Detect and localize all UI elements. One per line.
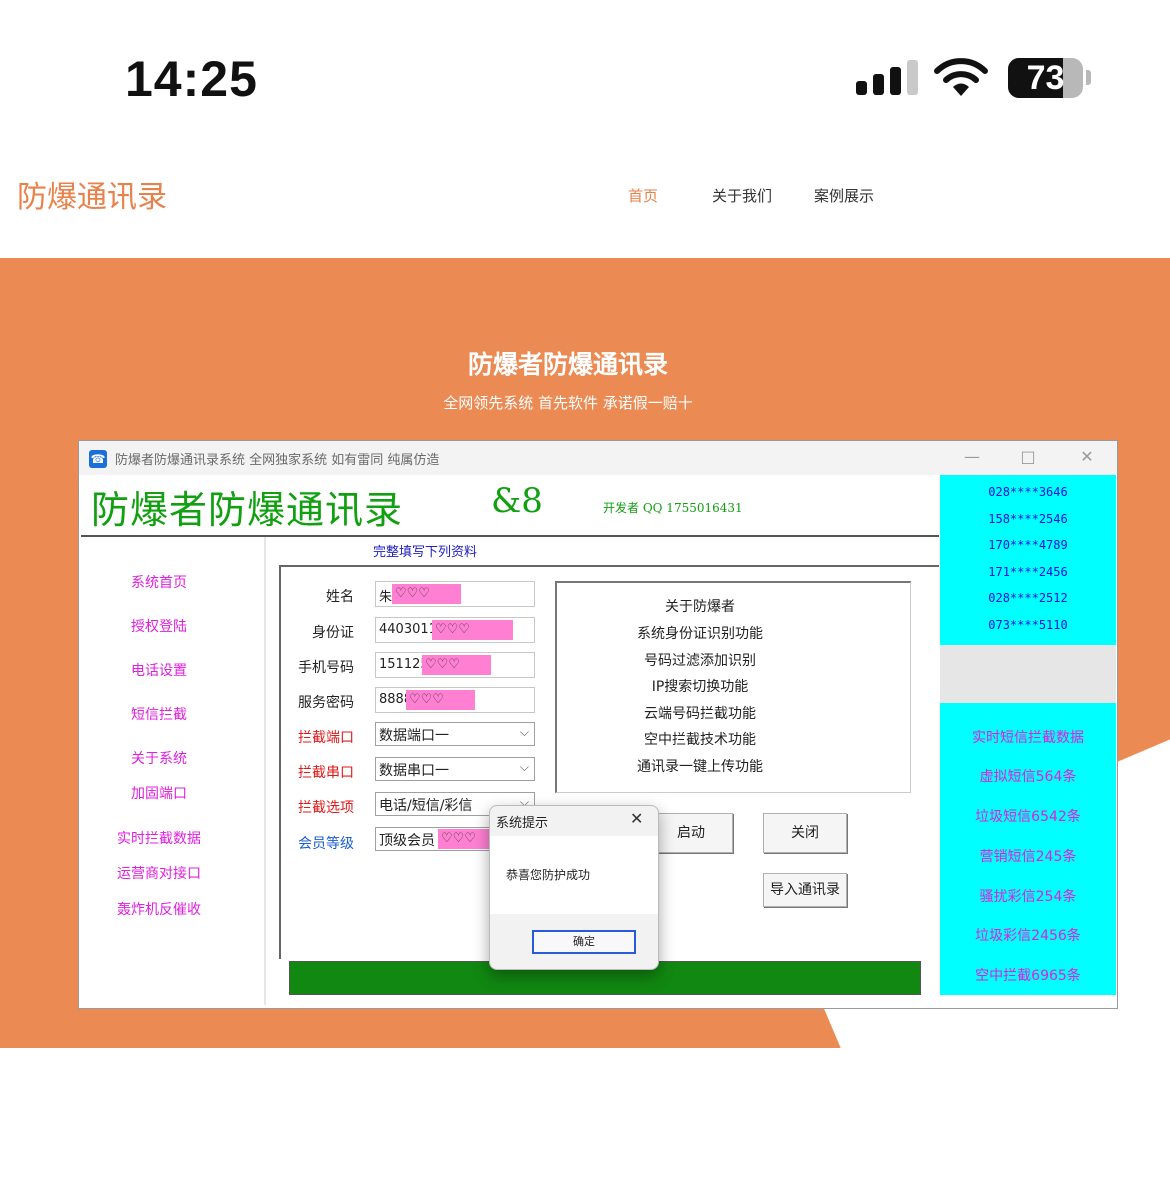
redaction-mask: ♡♡♡ xyxy=(422,655,491,675)
window-title: 防爆者防爆通讯录系统 全网独家系统 如有雷同 纯属仿造 xyxy=(115,453,440,468)
chevron-down-icon: ⌵ xyxy=(519,725,529,739)
redaction-mask: ♡♡♡ xyxy=(392,584,461,604)
sidebar-item-sms-block[interactable]: 短信拦截 xyxy=(99,704,219,724)
developer-contact: 开发者 QQ 1755016431 xyxy=(603,501,743,515)
battery-percent: 73 xyxy=(1026,59,1065,97)
import-contacts-button[interactable]: 导入通讯录 xyxy=(763,873,847,907)
app-heading-suffix: &8 xyxy=(491,481,543,521)
maximize-icon[interactable]: □ xyxy=(1013,447,1043,466)
phone-list-item: 158****2546 xyxy=(988,512,1068,526)
member-level-value: 顶级会员 xyxy=(379,833,435,849)
phone-app-icon: ☎ xyxy=(89,450,107,468)
sidebar-item-ports[interactable]: 加固端口 xyxy=(99,783,219,803)
dialog-message: 恭喜您防护成功 xyxy=(506,868,591,882)
dialog-close-icon[interactable]: ✕ xyxy=(630,809,643,828)
close-button[interactable]: 关闭 xyxy=(763,813,847,853)
stat-item: 垃圾彩信2456条 xyxy=(975,928,1081,944)
dialog-ok-button[interactable]: 确定 xyxy=(532,930,636,954)
phone-field[interactable]: 151125 ♡♡♡ xyxy=(375,652,535,678)
intercept-option-label: 拦截选项 xyxy=(298,800,354,816)
sidebar-item-carrier[interactable]: 运营商对接口 xyxy=(99,863,219,883)
feature-item: IP搜索切换功能 xyxy=(651,679,749,695)
panel-gap xyxy=(940,645,1116,703)
dialog-title: 系统提示 xyxy=(496,816,549,831)
minimize-icon[interactable]: — xyxy=(957,447,987,466)
stat-item: 空中拦截6965条 xyxy=(975,968,1081,984)
intercept-port-value: 数据端口一 xyxy=(379,728,449,744)
redaction-mask: ♡♡♡ xyxy=(432,620,513,640)
sidebar-divider xyxy=(264,537,266,1005)
feature-item: 通讯录一键上传功能 xyxy=(637,759,763,775)
cellular-signal-icon xyxy=(856,0,918,100)
hero-title: 防爆者防爆通讯录 xyxy=(467,350,668,379)
site-logo[interactable]: 防爆通讯录 xyxy=(17,172,167,216)
feature-item: 云端号码拦截功能 xyxy=(644,706,756,722)
intercept-serial-label: 拦截串口 xyxy=(298,765,354,781)
stat-item: 骚扰彩信254条 xyxy=(979,889,1077,905)
phone-list-item: 073****5110 xyxy=(988,618,1068,632)
wifi-icon xyxy=(934,58,988,102)
password-label: 服务密码 xyxy=(298,695,354,711)
feature-item: 空中拦截技术功能 xyxy=(644,732,756,748)
intercept-serial-select[interactable]: 数据串口一 ⌵ xyxy=(375,757,535,781)
intercept-option-value: 电话/短信/彩信 xyxy=(379,798,473,814)
status-time: 14:25 xyxy=(125,51,258,107)
sidebar-item-login[interactable]: 授权登陆 xyxy=(99,616,219,636)
intercept-port-select[interactable]: 数据端口一 ⌵ xyxy=(375,722,535,746)
sidebar-item-anti-collection[interactable]: 轰炸机反催收 xyxy=(99,899,219,919)
sidebar-item-about[interactable]: 关于系统 xyxy=(99,748,219,768)
feature-heading: 关于防爆者 xyxy=(665,599,735,615)
app-heading: 防爆者防爆通讯录 xyxy=(91,488,404,532)
stat-item: 垃圾短信6542条 xyxy=(975,809,1081,825)
id-card-label: 身份证 xyxy=(312,625,354,641)
close-icon[interactable]: ✕ xyxy=(1072,447,1102,466)
name-field[interactable]: 朱 ♡♡♡ xyxy=(375,581,535,607)
system-dialog: 系统提示 ✕ 恭喜您防护成功 确定 xyxy=(489,805,659,970)
header-divider xyxy=(81,535,939,537)
sidebar-item-phone-settings[interactable]: 电话设置 xyxy=(99,660,219,680)
phone-list-item: 028****2512 xyxy=(988,591,1068,605)
hero-subtitle: 全网领先系统 首先软件 承诺假一赔十 xyxy=(443,394,693,412)
nav-home[interactable]: 首页 xyxy=(628,185,658,206)
intercept-serial-value: 数据串口一 xyxy=(379,763,449,779)
member-level-label: 会员等级 xyxy=(298,836,354,852)
sidebar-item-home[interactable]: 系统首页 xyxy=(99,572,219,592)
sidebar-item-realtime[interactable]: 实时拦截数据 xyxy=(99,828,219,848)
stats-heading: 实时短信拦截数据 xyxy=(972,730,1084,746)
id-card-value: 4403011 xyxy=(379,622,437,637)
nav-about[interactable]: 关于我们 xyxy=(712,185,772,206)
feature-item: 系统身份证识别功能 xyxy=(637,626,763,642)
chevron-down-icon: ⌵ xyxy=(519,760,529,774)
redaction-mask: ♡♡♡ xyxy=(406,690,475,710)
name-label: 姓名 xyxy=(326,589,354,605)
id-card-field[interactable]: 4403011 ♡♡♡ xyxy=(375,617,535,643)
phone-label: 手机号码 xyxy=(298,660,354,676)
nav-cases[interactable]: 案例展示 xyxy=(814,185,874,206)
stat-item: 虚拟短信564条 xyxy=(979,769,1077,785)
app-window: ☎ 防爆者防爆通讯录系统 全网独家系统 如有雷同 纯属仿造 — □ ✕ 防爆者防… xyxy=(78,440,1118,1009)
intercept-port-label: 拦截端口 xyxy=(298,730,354,746)
start-button[interactable]: 启动 xyxy=(649,813,733,853)
stat-item: 营销短信245条 xyxy=(979,849,1077,865)
battery-tip xyxy=(1086,70,1091,85)
battery-indicator: 73 xyxy=(1008,58,1083,98)
password-field[interactable]: 8888 ♡♡♡ xyxy=(375,687,535,713)
name-value: 朱 xyxy=(379,590,393,605)
feature-item: 号码过滤添加识别 xyxy=(644,653,756,669)
phone-list-item: 171****2456 xyxy=(988,565,1068,579)
form-heading: 完整填写下列资料 xyxy=(373,545,478,560)
phone-list-item: 028****3646 xyxy=(988,485,1068,499)
phone-list-item: 170****4789 xyxy=(988,538,1068,552)
